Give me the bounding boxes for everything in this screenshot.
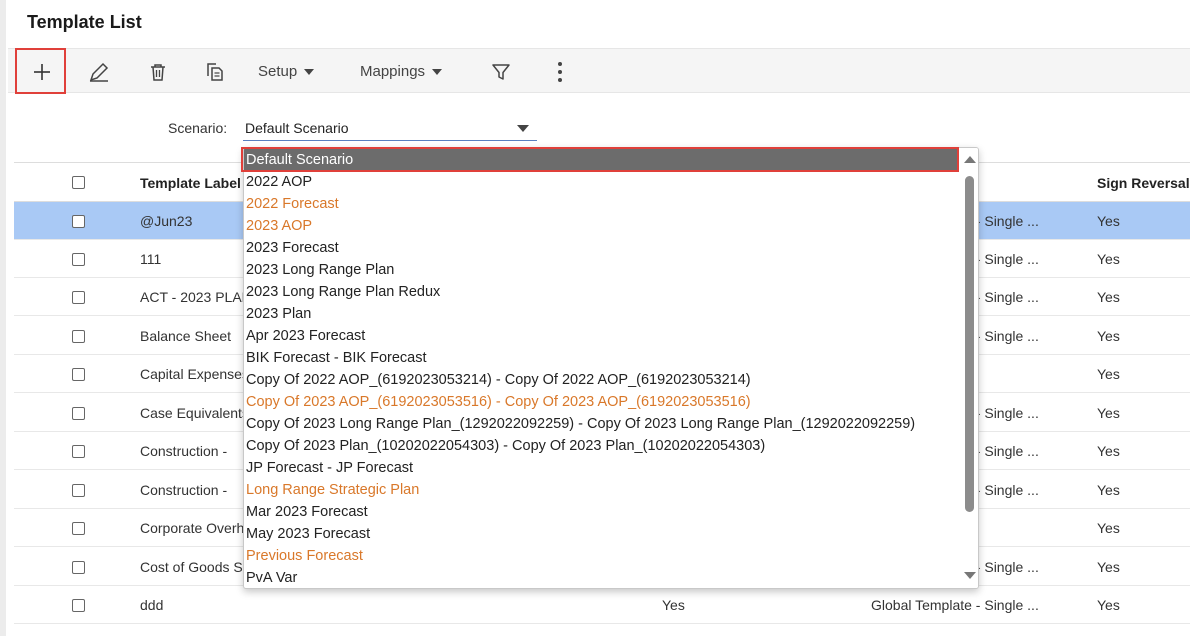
row-sign-reversal: Yes xyxy=(1097,559,1120,575)
toolbar xyxy=(8,48,1190,93)
scenario-option[interactable]: 2023 AOP xyxy=(246,215,312,237)
row-template-label: Cost of Goods Sold xyxy=(140,559,248,575)
row-checkbox[interactable] xyxy=(72,407,85,420)
pencil-icon xyxy=(89,62,109,82)
setup-menu-button[interactable]: Setup xyxy=(258,63,315,80)
row-sign-reversal: Yes xyxy=(1097,482,1120,498)
select-all-checkbox[interactable] xyxy=(72,176,85,189)
column-header-sign-reversal[interactable]: Sign Reversal xyxy=(1097,175,1190,191)
chevron-down-icon xyxy=(432,68,443,75)
scroll-up-arrow-icon[interactable] xyxy=(964,156,976,163)
row-sign-reversal: Yes xyxy=(1097,405,1120,421)
kebab-menu-icon xyxy=(558,62,562,82)
row-checkbox[interactable] xyxy=(72,561,85,574)
scrollbar-thumb[interactable] xyxy=(965,176,974,512)
left-edge xyxy=(0,0,6,636)
scenario-option[interactable]: Copy Of 2022 AOP_(6192023053214) - Copy … xyxy=(246,369,751,391)
scroll-down-arrow-icon[interactable] xyxy=(964,572,976,579)
scenario-option[interactable]: 2023 Plan xyxy=(246,303,311,325)
scenario-option[interactable]: 2023 Forecast xyxy=(246,237,339,259)
row-checkbox[interactable] xyxy=(72,253,85,266)
row-sign-reversal: Yes xyxy=(1097,328,1120,344)
scenario-option[interactable]: 2023 Long Range Plan xyxy=(246,259,394,281)
scenario-option[interactable]: Long Range Strategic Plan xyxy=(246,479,419,501)
setup-label: Setup xyxy=(258,63,298,80)
row-sign-reversal: Yes xyxy=(1097,366,1120,382)
row-template-label: 111 xyxy=(140,251,162,267)
row-template-label: Balance Sheet xyxy=(140,328,232,344)
mappings-menu-button[interactable]: Mappings xyxy=(360,63,443,80)
row-flag-value: Yes xyxy=(662,597,685,613)
scenario-option[interactable]: Copy Of 2023 Long Range Plan_(1292022092… xyxy=(246,413,915,435)
filter-icon xyxy=(492,64,510,80)
chevron-down-icon xyxy=(304,68,315,75)
scenario-option[interactable]: JP Forecast - JP Forecast xyxy=(246,457,413,479)
row-checkbox[interactable] xyxy=(72,330,85,343)
row-template-label: Capital Expenses xyxy=(140,366,248,382)
scenario-option[interactable]: Copy Of 2023 Plan_(10202022054303) - Cop… xyxy=(246,435,765,457)
row-checkbox[interactable] xyxy=(72,484,85,497)
scenario-label: Scenario: xyxy=(168,120,228,136)
scenario-option[interactable]: 2022 Forecast xyxy=(246,193,339,215)
row-template-label: @Jun23 xyxy=(140,213,193,229)
row-sign-reversal: Yes xyxy=(1097,597,1120,613)
scenario-option[interactable]: Apr 2023 Forecast xyxy=(246,325,365,347)
scenario-option[interactable]: Previous Forecast xyxy=(246,545,363,567)
row-template-label: Construction - xyxy=(140,482,228,498)
chevron-down-icon xyxy=(517,125,529,132)
scenario-option[interactable]: Mar 2023 Forecast xyxy=(246,501,368,523)
copy-button[interactable] xyxy=(203,60,227,84)
filter-button[interactable] xyxy=(489,60,513,84)
add-button-highlight xyxy=(15,48,66,94)
scenario-option[interactable]: 2022 AOP xyxy=(246,171,312,193)
row-checkbox[interactable] xyxy=(72,599,85,612)
row-checkbox[interactable] xyxy=(72,291,85,304)
row-template-type: Global Template - Single ... xyxy=(871,597,1039,613)
row-sign-reversal: Yes xyxy=(1097,443,1120,459)
row-template-label: ACT - 2023 PLAN xyxy=(140,289,248,305)
scenario-dropdown-list[interactable]: Default Scenario 2022 AOP 2022 Forecast … xyxy=(243,147,979,589)
scenario-option[interactable]: Copy Of 2023 AOP_(6192023053516) - Copy … xyxy=(246,391,751,413)
scenario-option[interactable]: PvA Var xyxy=(246,567,297,588)
scenario-value: Default Scenario xyxy=(245,120,349,136)
delete-button[interactable] xyxy=(146,60,170,84)
row-template-label: Corporate Overhead xyxy=(140,520,248,536)
mappings-label: Mappings xyxy=(360,63,426,80)
row-template-label: Construction - xyxy=(140,443,228,459)
trash-icon xyxy=(151,64,165,81)
row-template-label: ddd xyxy=(140,597,164,613)
scenario-option[interactable]: BIK Forecast - BIK Forecast xyxy=(246,347,427,369)
row-checkbox[interactable] xyxy=(72,215,85,228)
row-template-label: Case Equivalents xyxy=(140,405,248,421)
row-sign-reversal: Yes xyxy=(1097,251,1120,267)
row-sign-reversal: Yes xyxy=(1097,213,1120,229)
row-sign-reversal: Yes xyxy=(1097,520,1120,536)
selected-option-highlight xyxy=(241,147,959,172)
column-header-template-label[interactable]: Template Label xyxy=(140,175,260,191)
scenario-option[interactable]: May 2023 Forecast xyxy=(246,523,370,545)
row-checkbox[interactable] xyxy=(72,445,85,458)
copy-icon xyxy=(207,63,223,81)
edit-button[interactable] xyxy=(87,60,111,84)
table-row[interactable]: ddd Yes Global Template - Single ... Yes xyxy=(14,586,1190,624)
scenario-select[interactable]: Default Scenario xyxy=(243,117,537,141)
page-title: Template List xyxy=(27,12,142,32)
row-checkbox[interactable] xyxy=(72,368,85,381)
more-options-button[interactable] xyxy=(548,60,572,84)
row-checkbox[interactable] xyxy=(72,522,85,535)
scenario-option[interactable]: 2023 Long Range Plan Redux xyxy=(246,281,440,303)
row-sign-reversal: Yes xyxy=(1097,289,1120,305)
